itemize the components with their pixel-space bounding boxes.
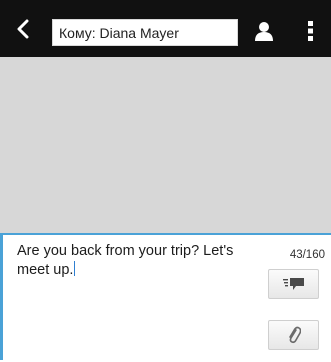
compose-left-accent [0, 235, 3, 360]
chevron-left-icon [17, 19, 29, 39]
message-input[interactable]: Are you back from your trip? Let's meet … [17, 242, 262, 280]
back-button[interactable] [8, 14, 38, 44]
conversation-area [0, 57, 331, 233]
paperclip-icon [288, 326, 301, 344]
top-bar: Кому: Diana Mayer [0, 0, 331, 57]
text-cursor [74, 261, 76, 276]
send-button[interactable] [268, 269, 319, 299]
recipient-field[interactable]: Кому: Diana Mayer [52, 19, 238, 46]
add-contact-button[interactable] [250, 16, 278, 46]
overflow-menu-button[interactable] [298, 16, 324, 46]
person-icon [255, 22, 273, 41]
attach-button[interactable] [268, 320, 319, 350]
message-text: Are you back from your trip? Let's meet … [17, 243, 234, 278]
compose-area[interactable]: Are you back from your trip? Let's meet … [0, 233, 331, 362]
character-counter: 43/160 [289, 249, 325, 261]
recipient-field-text: Кому: Diana Mayer [59, 24, 179, 41]
send-icon [282, 278, 304, 290]
vertical-dots-icon [308, 21, 313, 41]
